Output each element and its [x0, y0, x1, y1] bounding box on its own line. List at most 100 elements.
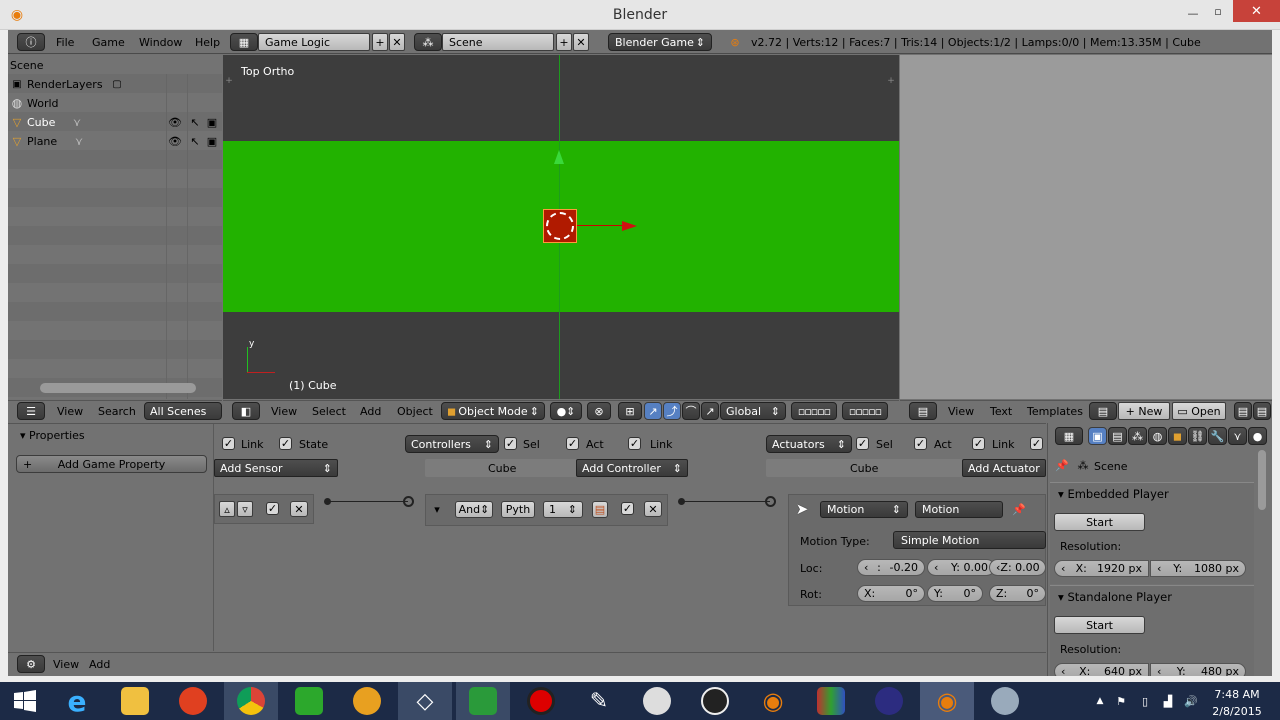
sensor-state-checkbox[interactable]: ✓	[279, 437, 292, 450]
properties-context-tabs[interactable]: ▣ ▤ ⁂ ◍ ◼ ⛓ 🔧 ⋎ ●	[1088, 427, 1272, 445]
standalone-res-x-field[interactable]: ‹ X: 640 px	[1054, 663, 1149, 676]
text-browse-button[interactable]: ▤	[1089, 402, 1117, 420]
logic-view-menu[interactable]: View	[53, 658, 79, 671]
embedded-player-title[interactable]: ▾ Embedded Player	[1058, 487, 1169, 501]
menu-game[interactable]: Game	[92, 36, 125, 49]
rot-x-field[interactable]: X: 0°	[857, 585, 925, 602]
viewport-object-menu[interactable]: Object	[397, 405, 433, 418]
standalone-player-title[interactable]: ▾ Standalone Player	[1058, 590, 1172, 604]
viewport-view-menu[interactable]: View	[271, 405, 297, 418]
standalone-start-button[interactable]: Start	[1054, 616, 1145, 634]
outliner-scrollbar[interactable]	[40, 383, 196, 393]
text-editor-type-button[interactable]: ▤	[909, 402, 937, 420]
text-view-menu[interactable]: View	[948, 405, 974, 418]
remove-layout-button[interactable]: ✕	[389, 33, 405, 51]
eclipse-icon[interactable]	[862, 682, 916, 720]
select-cursor-icon[interactable]: ↖	[188, 115, 202, 129]
inkscape-icon[interactable]: ✎	[572, 682, 626, 720]
text-editor[interactable]	[900, 55, 1272, 399]
controllers-state-dropdown[interactable]: Controllers ⇕	[405, 435, 499, 453]
add-sensor-dropdown[interactable]: Add Sensor ⇕	[214, 459, 338, 477]
viewport[interactable]: y Top Ortho (1) Cube + +	[223, 55, 899, 399]
constraints-tab-icon[interactable]: ⛓	[1188, 427, 1207, 445]
info-editor-type-button[interactable]: ⓘ	[17, 33, 45, 51]
tray-battery-icon[interactable]: ▯	[1138, 693, 1152, 709]
sensor-move-down-button[interactable]: ▿	[237, 501, 253, 517]
controller-object-name[interactable]: Cube	[488, 462, 516, 475]
internet-explorer-icon[interactable]: e	[50, 682, 104, 720]
controller-link-checkbox[interactable]: ✓	[628, 437, 641, 450]
properties-editor-type-button[interactable]: ▦	[1055, 427, 1083, 445]
actuator-name-field[interactable]: Motion	[915, 501, 1003, 518]
actuator-act-checkbox[interactable]: ✓	[914, 437, 927, 450]
actuator-link-checkbox[interactable]: ✓	[972, 437, 985, 450]
manipulator-extra[interactable]: ↗	[701, 402, 719, 420]
controller-type-dropdown[interactable]: And ⇕	[455, 501, 493, 518]
properties-scrollbar[interactable]	[1258, 450, 1266, 510]
blender-taskbar-icon[interactable]: ◉	[746, 682, 800, 720]
menu-file[interactable]: File	[56, 36, 74, 49]
render-camera-icon[interactable]: ▣	[205, 115, 219, 129]
controller-input-socket[interactable]	[403, 496, 414, 507]
object-tab-icon[interactable]: ◼	[1168, 427, 1187, 445]
obs-icon[interactable]	[688, 682, 742, 720]
power-app-icon[interactable]	[166, 682, 220, 720]
outliner-item-plane[interactable]: Plane	[27, 135, 57, 148]
visibility-eye-icon[interactable]: 👁	[168, 134, 182, 148]
word-wrap-toggle[interactable]: ▤	[1253, 402, 1271, 420]
outliner-root-scene[interactable]: Scene	[10, 59, 44, 72]
render-engine-dropdown[interactable]: Blender Game ⇕	[608, 33, 712, 51]
menu-window[interactable]: Window	[139, 36, 182, 49]
scene-layers-group-2[interactable]: ▫▫▫▫▫	[842, 402, 888, 420]
modifiers-tab-icon[interactable]: 🔧	[1208, 427, 1227, 445]
layers-tab-icon[interactable]: ▤	[1108, 427, 1127, 445]
pin-icon[interactable]: 📌	[1012, 502, 1026, 516]
rot-z-field[interactable]: Z: 0°	[989, 585, 1046, 602]
text-open-button[interactable]: ▭ Open	[1172, 402, 1226, 420]
add-game-property-button[interactable]: + Add Game Property	[16, 455, 207, 473]
screen-layout-field[interactable]: Game Logic	[258, 33, 370, 51]
region-expand-icon[interactable]: +	[223, 75, 235, 87]
start-button[interactable]	[0, 682, 50, 720]
standalone-res-y-field[interactable]: ‹ Y: 480 px	[1150, 663, 1246, 676]
unity-icon[interactable]: ◇	[398, 682, 452, 720]
loc-y-field[interactable]: ‹ Y: 0.00	[927, 559, 995, 576]
text-new-button[interactable]: + New	[1118, 402, 1170, 420]
actuators-state-dropdown[interactable]: Actuators ⇕	[766, 435, 852, 453]
scene-field[interactable]: Scene	[442, 33, 554, 51]
properties-panel-title[interactable]: ▾ Properties	[20, 429, 85, 442]
manipulator-translate[interactable]: ↗	[644, 402, 662, 420]
render-camera-icon[interactable]: ▣	[205, 134, 219, 148]
add-controller-dropdown[interactable]: Add Controller ⇕	[576, 459, 688, 477]
actuator-state-checkbox[interactable]: ✓	[1030, 437, 1043, 450]
controller-remove-button[interactable]: ✕	[644, 501, 662, 517]
add-layout-button[interactable]: +	[372, 33, 388, 51]
pivot-point-dropdown[interactable]: ⊗	[587, 402, 611, 420]
remove-scene-button[interactable]: ✕	[573, 33, 589, 51]
embedded-res-x-field[interactable]: ‹ X: 1920 px	[1054, 560, 1149, 577]
controller-collapse-icon[interactable]: ▾	[430, 502, 444, 516]
store-icon[interactable]	[282, 682, 336, 720]
outliner-item-renderlayers[interactable]: RenderLayers	[27, 78, 103, 91]
transform-y-arrow[interactable]	[554, 150, 564, 164]
blender-active-taskbar-icon[interactable]: ◉	[920, 682, 974, 720]
outliner-item-cube[interactable]: Cube	[27, 116, 55, 129]
rot-y-field[interactable]: Y: 0°	[927, 585, 983, 602]
sensor-remove-button[interactable]: ✕	[290, 501, 308, 517]
controller-priority-button[interactable]: ▤	[592, 501, 608, 518]
audio-app-icon[interactable]	[340, 682, 394, 720]
outliner-search-menu[interactable]: Search	[98, 405, 136, 418]
viewport-select-menu[interactable]: Select	[312, 405, 346, 418]
viewport-shading-dropdown[interactable]: ●⇕	[550, 402, 582, 420]
manipulator-scale[interactable]: ⌒	[682, 402, 700, 420]
file-explorer-icon[interactable]	[108, 682, 162, 720]
utility-app-icon[interactable]	[630, 682, 684, 720]
maximize-icon[interactable]: ▫	[1206, 2, 1230, 20]
screen-layout-icon[interactable]: ▦	[230, 33, 258, 51]
actuator-object-name[interactable]: Cube	[850, 462, 878, 475]
clock-date[interactable]: 2/8/2015	[1205, 705, 1269, 718]
sensor-move-up-button[interactable]: ▵	[219, 501, 235, 517]
controller-state-field[interactable]: 1 ⇕	[543, 501, 583, 518]
transform-x-arrow[interactable]	[622, 221, 637, 231]
network-tool-icon[interactable]	[978, 682, 1032, 720]
